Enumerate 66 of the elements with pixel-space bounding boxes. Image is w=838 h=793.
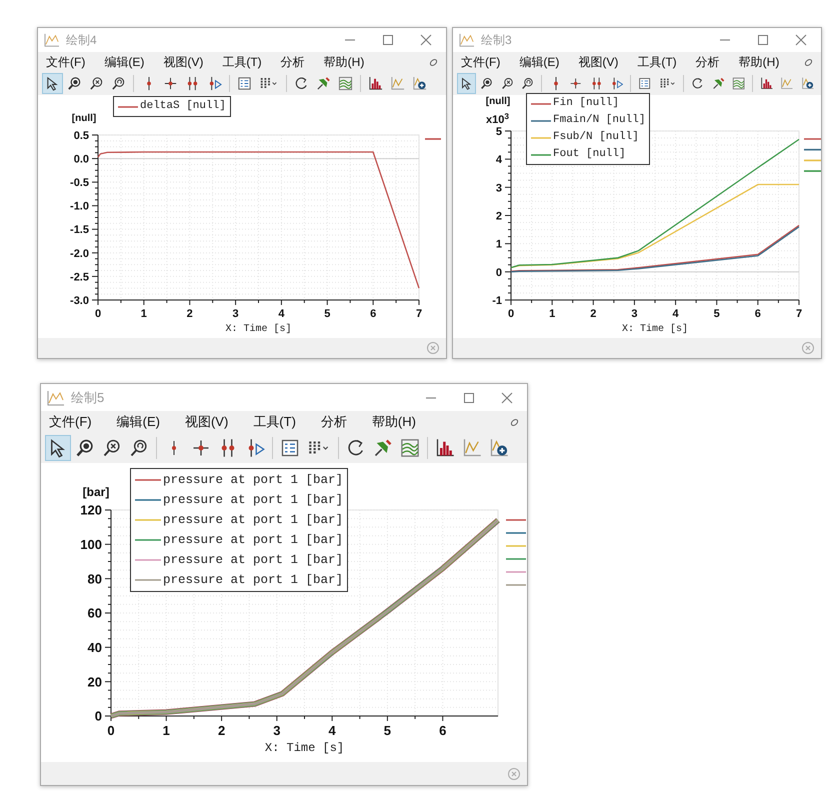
legend-label: Fmain/N [null] <box>553 113 646 128</box>
tick-label: 1 <box>140 308 147 320</box>
tick-label: 4 <box>496 154 502 166</box>
tick-label: 6 <box>439 723 446 738</box>
legend-label: deltaS [null] <box>140 99 226 114</box>
tick-label: 7 <box>416 308 422 320</box>
axis-multiplier: x10$^{3}$ <box>486 112 509 127</box>
axis-title: X: Time [s] <box>264 741 344 755</box>
axis-title: X: Time [s] <box>226 324 292 335</box>
tick-label: 0.5 <box>74 130 89 142</box>
legend-label: pressure at port 1 [bar] <box>163 472 344 489</box>
window-title: 绘制3 <box>481 32 512 49</box>
tick-label: -3.0 <box>70 294 89 307</box>
tick-label: 2 <box>496 210 502 222</box>
legend-label: Fsub/N [null] <box>553 130 639 146</box>
tick-label: -2.5 <box>70 271 89 284</box>
tick-label: 3 <box>273 723 280 738</box>
tick-label: 4 <box>672 308 679 320</box>
legend-label: pressure at port 1 [bar] <box>163 552 344 569</box>
tick-label: -2.0 <box>70 248 89 260</box>
tick-label: -1.0 <box>70 200 89 213</box>
tick-label: 0 <box>508 308 514 320</box>
legend-label: pressure at port 1 [bar] <box>163 532 344 549</box>
legend-label: Fout [null] <box>553 147 626 162</box>
tick-label: 5 <box>384 723 392 738</box>
tick-label: 20 <box>88 674 102 690</box>
tick-label: 1 <box>549 308 556 320</box>
tick-label: 5 <box>714 308 720 320</box>
tick-label: 1 <box>496 238 502 251</box>
tick-label: 60 <box>88 606 102 621</box>
tick-label: 120 <box>80 502 102 518</box>
tick-label: 2 <box>590 308 596 320</box>
window-title: 绘制4 <box>66 32 97 49</box>
tick-label: 0 <box>107 723 115 738</box>
window-title: 绘制5 <box>71 388 104 407</box>
axis-title: [null] <box>486 96 510 107</box>
tick-label: 80 <box>88 571 102 586</box>
tick-label: -1 <box>492 294 502 307</box>
tick-label: 0 <box>94 308 102 320</box>
tick-label: 1 <box>162 723 170 738</box>
legend-label: pressure at port 1 [bar] <box>163 572 344 589</box>
tick-label: 4 <box>328 723 336 738</box>
legend-label: pressure at port 1 [bar] <box>163 512 344 529</box>
tick-label: 2 <box>186 308 193 320</box>
tick-label: -1.5 <box>70 224 89 236</box>
tick-label: 5 <box>324 308 330 320</box>
legend-label: Fin [null] <box>553 96 620 112</box>
tick-label: 0.0 <box>74 154 89 166</box>
tick-label: 2 <box>218 723 226 738</box>
tick-label: 3 <box>232 308 239 320</box>
tick-label: 6 <box>370 308 376 320</box>
tick-label: 40 <box>88 640 102 656</box>
tick-label: 3 <box>631 308 638 320</box>
legend-label: pressure at port 1 [bar] <box>163 492 344 509</box>
axis-title: [bar] <box>82 485 110 499</box>
tick-label: -0.5 <box>70 177 89 190</box>
tick-label: 0 <box>94 708 102 724</box>
axis-title: X: Time [s] <box>622 324 688 335</box>
axis-title: [null] <box>72 113 96 124</box>
tick-label: 4 <box>278 308 284 320</box>
tick-label: 0 <box>496 266 502 279</box>
tick-label: 6 <box>754 308 761 320</box>
tick-label: 5 <box>496 126 502 138</box>
tick-label: 7 <box>796 308 802 320</box>
tick-label: 3 <box>496 182 502 194</box>
tick-label: 100 <box>80 537 102 552</box>
